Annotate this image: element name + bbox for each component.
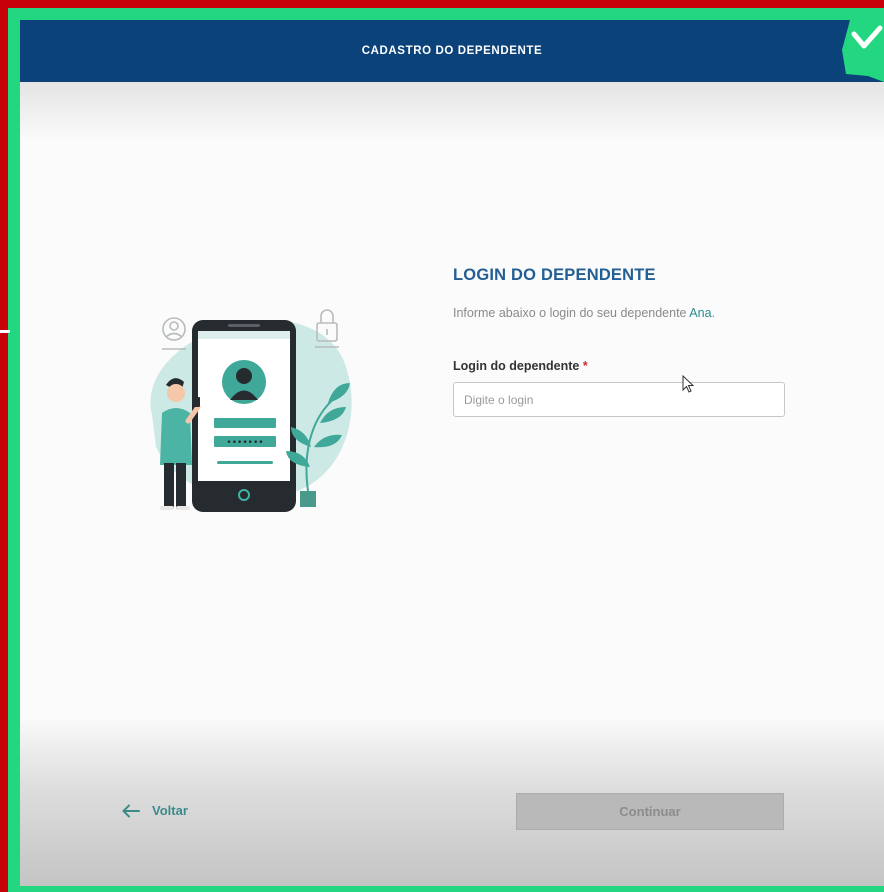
lock-outline-icon bbox=[315, 309, 339, 348]
smartphone-graphic bbox=[192, 320, 296, 512]
checkmark-badge-icon bbox=[842, 20, 884, 82]
login-illustration: ••••••• bbox=[150, 309, 352, 512]
page-title: CADASTRO DO DEPENDENTE bbox=[361, 45, 543, 57]
back-button-label: Voltar bbox=[152, 803, 188, 818]
header-bar: CADASTRO DO DEPENDENTE bbox=[20, 20, 884, 82]
footer-bar: Voltar Continuar bbox=[20, 720, 884, 886]
login-label-text: Login do dependente bbox=[453, 359, 580, 373]
user-outline-icon bbox=[162, 317, 186, 350]
required-asterisk: * bbox=[582, 359, 588, 373]
app-screen: CADASTRO DO DEPENDENTE ••••••• LOGIN DO … bbox=[20, 20, 884, 886]
frame-marker bbox=[0, 330, 10, 333]
login-input[interactable] bbox=[453, 382, 785, 417]
mouse-cursor-icon bbox=[682, 375, 695, 393]
arrow-left-icon bbox=[122, 804, 140, 817]
profile-avatar-graphic bbox=[222, 360, 266, 404]
continue-button[interactable]: Continuar bbox=[516, 793, 784, 830]
login-field-label: Login do dependente * bbox=[453, 359, 793, 373]
form-title: LOGIN DO DEPENDENTE bbox=[453, 266, 656, 284]
password-mask: ••••••• bbox=[226, 438, 263, 448]
back-button[interactable]: Voltar bbox=[122, 803, 188, 818]
dependent-name: Ana bbox=[689, 306, 712, 320]
dependent-login-form: LOGIN DO DEPENDENTE Informe abaixo o log… bbox=[453, 266, 793, 417]
form-description: Informe abaixo o login do seu dependente… bbox=[453, 306, 793, 320]
continue-button-label: Continuar bbox=[619, 804, 681, 819]
username-field-graphic bbox=[214, 418, 276, 428]
form-description-text: Informe abaixo o login do seu dependente bbox=[453, 306, 690, 320]
form-description-end: . bbox=[711, 306, 716, 320]
login-link-graphic bbox=[217, 461, 273, 464]
